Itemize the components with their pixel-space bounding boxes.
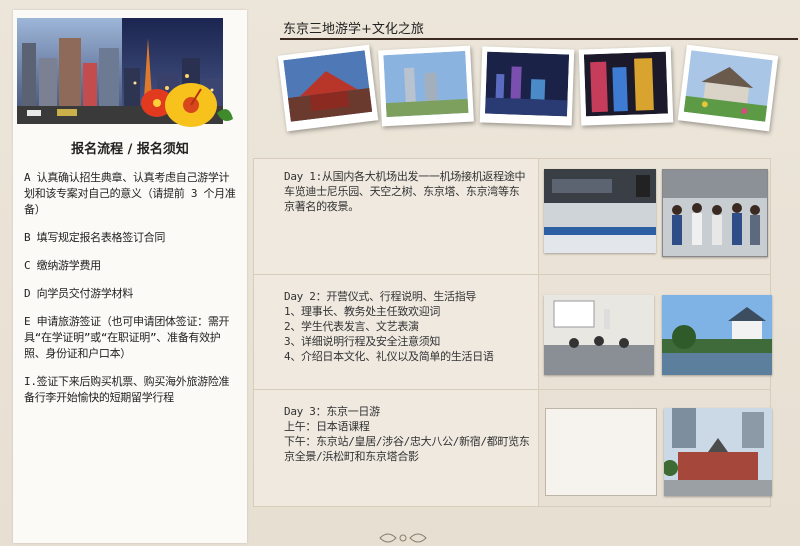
step-e: E 申请旅游签证（也可申请团体签证：需开具“在学证明”或“在职证明”、准备有效护… — [24, 315, 230, 360]
photo-airport — [544, 169, 656, 253]
step-c: C 缴纳游学费用 — [24, 259, 101, 272]
day-2-text: Day 2：开营仪式、行程说明、生活指导 1、理事长、教务处主任致欢迎词 2、学… — [254, 275, 539, 389]
step-d: D 向学员交付游学材料 — [24, 287, 133, 300]
photo-classroom — [544, 295, 654, 375]
day-3-line-0: Day 3：东京一日游 — [284, 405, 380, 418]
photo-night-bay — [479, 46, 575, 126]
photo-students-group — [662, 169, 768, 257]
step-i: I.签证下来后购买机票、购买海外旅游险准备行李开始愉快的短期留学行程 — [24, 375, 230, 404]
decorative-ornament — [378, 530, 428, 544]
step-a: A 认真确认招生典章、认真考虑自己游学计划和该专案对自己的意义（请提前 3 个月… — [24, 171, 236, 216]
page: 报名流程 / 报名须知 A 认真确认招生典章、认真考虑自己游学计划和该专案对自己… — [0, 0, 800, 546]
day-3-text: Day 3：东京一日游 上午：日本语课程 下午：东京站/皇居/涉谷/忠大八公/新… — [254, 390, 539, 506]
registration-steps: A 认真确认招生典章、认真考虑自己游学计划和该专案对自己的意义（请提前 3 个月… — [24, 170, 238, 418]
photo-neon-street — [578, 46, 674, 126]
day-3-line-1: 上午：日本语课程 — [284, 420, 370, 433]
day-3-line-2: 下午：东京站/皇居/涉谷/忠大八公/新宿/都町览东京全景/浜松町和东京塔合影 — [284, 435, 530, 463]
photo-tokyo-station — [664, 408, 772, 496]
day-1-line: Day 1:从国内各大机场出发一一机场接机返程途中车览迪士尼乐园、天空之树、东京… — [284, 170, 526, 213]
photo-placeholder — [545, 408, 657, 496]
photo-castle — [662, 295, 772, 375]
itinerary-table: Day 1:从国内各大机场出发一一机场接机返程途中车览迪士尼乐园、天空之树、东京… — [253, 158, 772, 507]
day-2-line-0: Day 2：开营仪式、行程说明、生活指导 — [284, 290, 477, 303]
photo-garden-house — [677, 44, 779, 132]
registration-process-title: 报名流程 / 报名须知 — [71, 142, 189, 157]
day-2-line-2: 2、学生代表发言、文艺表演 — [284, 320, 419, 333]
photo-city-park — [378, 45, 474, 127]
step-b: B 填写规定报名表格签订合同 — [24, 231, 166, 244]
itinerary-day-3: Day 3：东京一日游 上午：日本语课程 下午：东京站/皇居/涉谷/忠大八公/新… — [254, 390, 772, 506]
title-divider — [280, 38, 798, 40]
day-1-text: Day 1:从国内各大机场出发一一机场接机返程途中车览迪士尼乐园、天空之树、东京… — [254, 159, 539, 274]
itinerary-day-1: Day 1:从国内各大机场出发一一机场接机返程途中车览迪士尼乐园、天空之树、东京… — [254, 159, 770, 275]
itinerary-day-2: Day 2：开营仪式、行程说明、生活指导 1、理事长、教务处主任致欢迎词 2、学… — [254, 275, 772, 390]
day-2-line-3: 3、详细说明行程及安全注意须知 — [284, 335, 441, 348]
day-2-line-4: 4、介绍日本文化、礼仪以及简单的生活日语 — [284, 350, 494, 363]
day-2-line-1: 1、理事长、教务处主任致欢迎词 — [284, 305, 441, 318]
hibiscus-flower-icon — [139, 83, 235, 141]
page-title: 东京三地游学+文化之旅 — [283, 22, 424, 37]
photo-temple — [277, 44, 379, 132]
sidebar: 报名流程 / 报名须知 A 认真确认招生典章、认真考虑自己游学计划和该专案对自己… — [13, 10, 247, 543]
